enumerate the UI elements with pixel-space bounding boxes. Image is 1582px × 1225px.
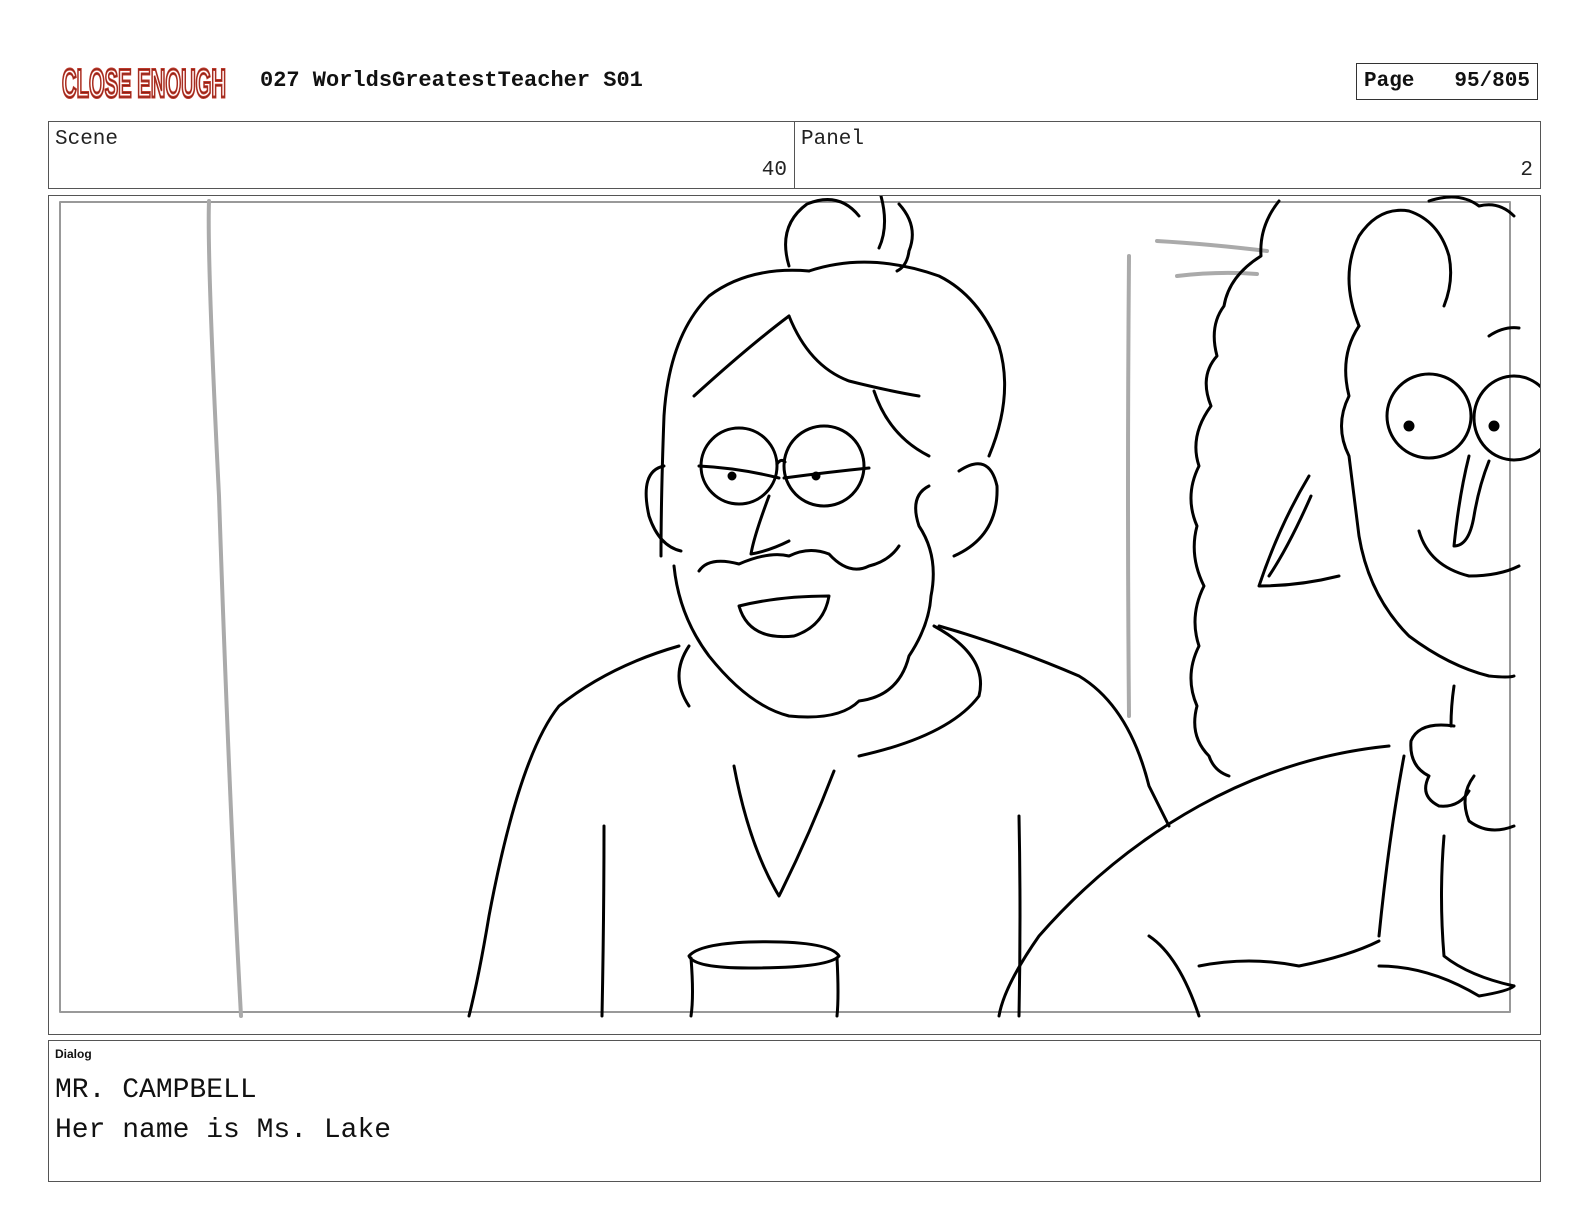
document-title: 027 WorldsGreatestTeacher S01 [260, 68, 643, 93]
panel-label: Panel [801, 128, 865, 151]
scene-panel-row: Scene 40 Panel 2 [48, 121, 1541, 189]
page-label: Page [1364, 70, 1415, 93]
close-enough-logo: CLOSE ENOUGH CLOSE ENOUGH [62, 61, 228, 105]
page-indicator: Page 95/805 [1356, 63, 1538, 100]
panel-cell: Panel 2 [794, 122, 1540, 188]
panel-number: 2 [1520, 159, 1533, 182]
scene-number: 40 [761, 159, 787, 182]
dialog-character: MR. CAMPBELL [55, 1075, 257, 1106]
dialog-box: Dialog MR. CAMPBELL Her name is Ms. Lake [48, 1040, 1541, 1182]
storyboard-sketch [59, 196, 1540, 1018]
scene-cell: Scene 40 [49, 122, 794, 188]
page-number: 95/805 [1454, 70, 1530, 93]
dialog-label: Dialog [55, 1047, 92, 1061]
storyboard-panel [48, 195, 1541, 1035]
svg-text:CLOSE ENOUGH: CLOSE ENOUGH [62, 62, 226, 104]
dialog-line: Her name is Ms. Lake [55, 1115, 392, 1146]
scene-label: Scene [55, 128, 119, 151]
